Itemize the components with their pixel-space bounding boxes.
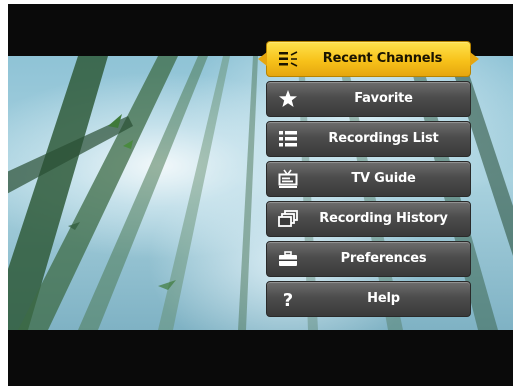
menu-item-preferences[interactable]: Preferences [266, 241, 471, 277]
toolbox-icon [277, 248, 299, 270]
menu-item-label: Recent Channels [322, 51, 443, 66]
menu-item-label: Recording History [319, 211, 448, 226]
menu-item-help[interactable]: ? Help [266, 281, 471, 317]
menu-item-favorite[interactable]: Favorite [266, 81, 471, 117]
history-icon [277, 208, 299, 230]
tv-icon [277, 168, 299, 190]
menu-item-tv-guide[interactable]: TV Guide [266, 161, 471, 197]
selection-pointer-left [258, 52, 267, 66]
menu-item-label: Recordings List [328, 131, 439, 146]
menu-item-label: Favorite [354, 91, 413, 106]
question-icon: ? [277, 288, 299, 310]
menu-item-recordings-list[interactable]: Recordings List [266, 121, 471, 157]
recent-channels-icon [277, 48, 299, 70]
menu-item-label: TV Guide [351, 171, 416, 186]
menu-item-label: Help [367, 291, 400, 306]
selection-pointer-right [470, 52, 479, 66]
tv-screen: Recent Channels Favorite Recordings List… [8, 4, 513, 386]
list-icon [277, 128, 299, 150]
main-menu: Recent Channels Favorite Recordings List… [258, 41, 479, 321]
menu-item-recording-history[interactable]: Recording History [266, 201, 471, 237]
menu-item-label: Preferences [340, 251, 427, 266]
star-icon [277, 88, 299, 110]
menu-item-recent-channels[interactable]: Recent Channels [258, 41, 479, 77]
svg-text:?: ? [283, 290, 293, 309]
